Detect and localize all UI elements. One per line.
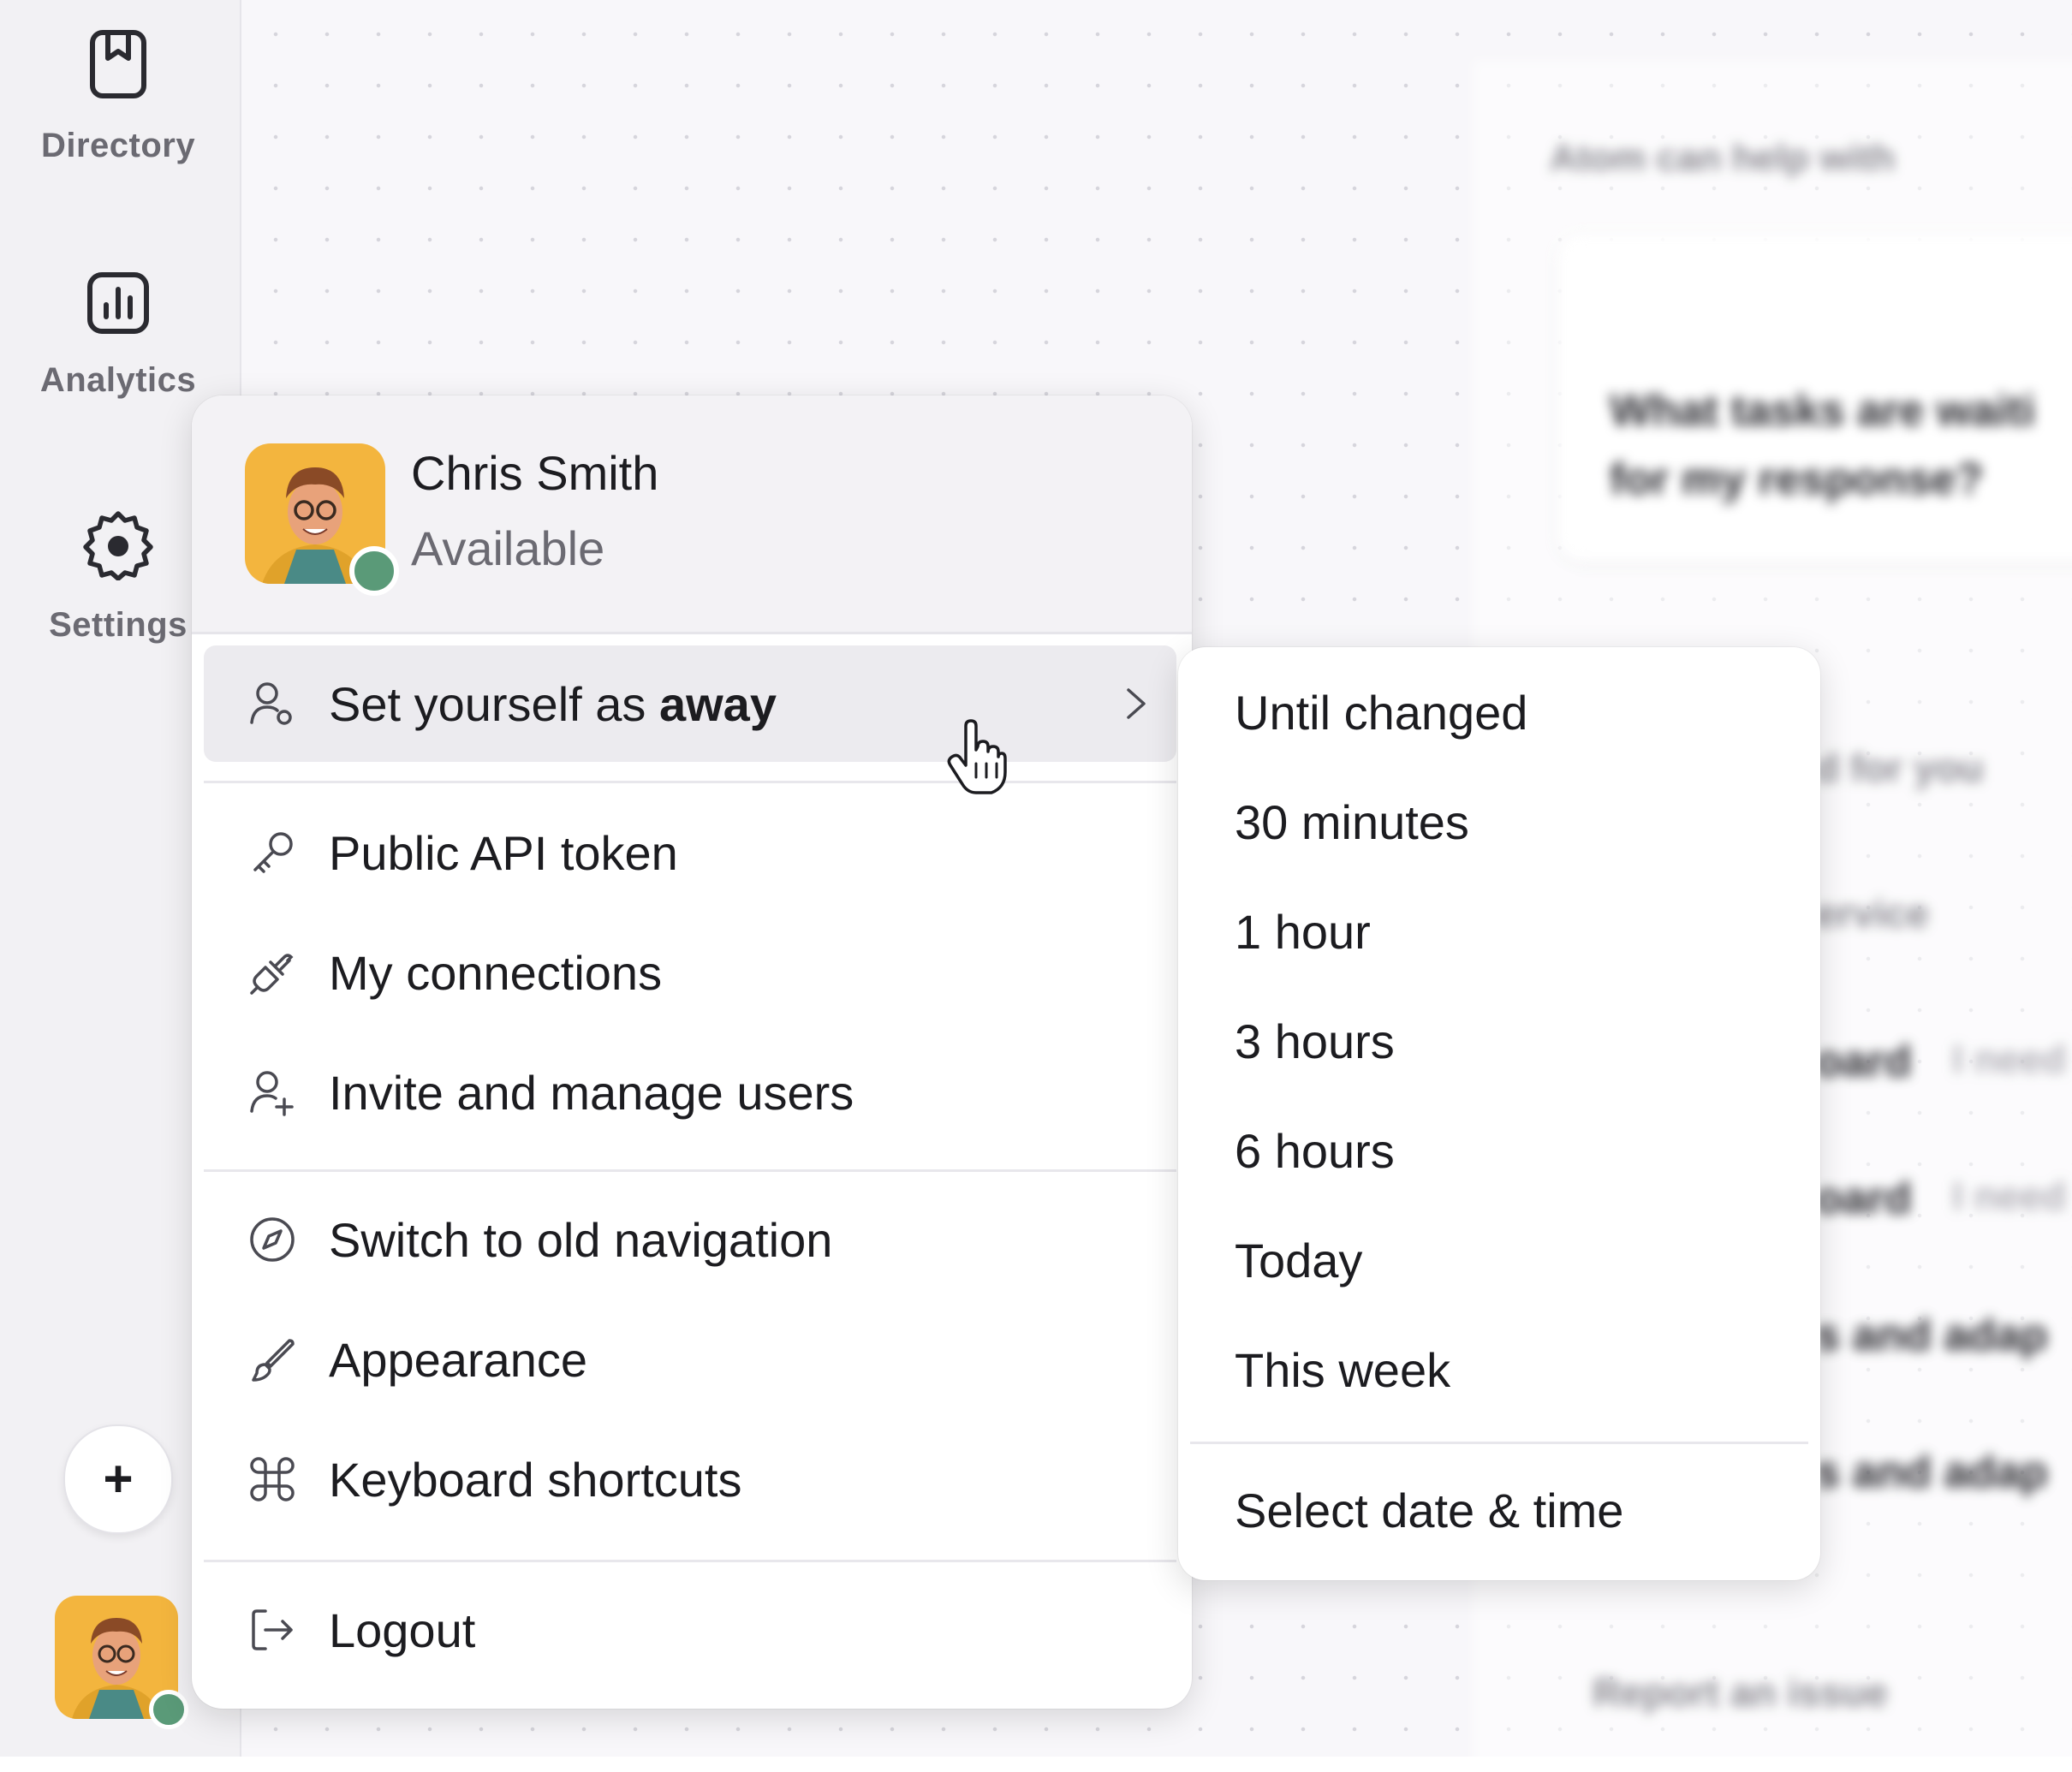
- duration-option[interactable]: Today: [1235, 1233, 1362, 1288]
- bg-row: s and adap: [1815, 1311, 2048, 1360]
- duration-option[interactable]: This week: [1235, 1342, 1450, 1398]
- keyboard-shortcuts-item[interactable]: Keyboard shortcuts: [204, 1421, 1176, 1537]
- select-date-time-option[interactable]: Select date & time: [1235, 1483, 1623, 1538]
- invite-users-item[interactable]: Invite and manage users: [204, 1034, 1176, 1151]
- key-icon: [253, 832, 293, 873]
- user-status: Available: [411, 521, 605, 575]
- add-label: +: [103, 1450, 134, 1507]
- bg-row: s and adap: [1815, 1448, 2048, 1497]
- bg-row: oard: [1815, 1037, 1912, 1086]
- sidebar-item-analytics[interactable]: Analytics: [0, 271, 236, 400]
- set-away-label: Set yourself as away: [329, 676, 777, 731]
- add-button[interactable]: +: [63, 1424, 173, 1534]
- plug-icon: [250, 954, 294, 995]
- account-menu: Chris Smith Available Set yourself as aw…: [192, 395, 1192, 1709]
- menu-item-label: Public API token: [329, 825, 678, 880]
- duration-option[interactable]: 3 hours: [1235, 1014, 1395, 1069]
- sidebar-item-label: Directory: [40, 127, 196, 164]
- divider: [204, 1169, 1176, 1172]
- chart-icon: [87, 272, 149, 334]
- duration-option[interactable]: 30 minutes: [1235, 794, 1469, 850]
- suggestion-text: What tasks are waiti: [1610, 386, 2036, 436]
- menu-item-label: My connections: [329, 945, 663, 1000]
- menu-item-label: Appearance: [329, 1332, 588, 1387]
- bookmark-icon: [90, 30, 146, 98]
- suggestion-text: for my response?: [1610, 455, 1984, 504]
- menu-item-label: Invite and manage users: [329, 1065, 854, 1120]
- sidebar-item-directory[interactable]: Directory: [0, 29, 236, 165]
- logout-icon: [252, 1609, 293, 1650]
- away-duration-submenu: Until changed 30 minutes 1 hour 3 hours …: [1178, 647, 1820, 1580]
- bg-row: oard: [1815, 1174, 1912, 1223]
- compass-icon: [250, 1217, 295, 1262]
- divider: [1190, 1442, 1808, 1444]
- public-api-token-item[interactable]: Public API token: [204, 794, 1176, 911]
- menu-item-label: Logout: [329, 1603, 476, 1657]
- set-away-item[interactable]: Set yourself as away: [204, 645, 1176, 762]
- menu-item-label: Switch to old navigation: [329, 1212, 833, 1267]
- bg-row: I need: [1952, 1037, 2066, 1081]
- appearance-item[interactable]: Appearance: [204, 1301, 1176, 1418]
- menu-item-label: Keyboard shortcuts: [329, 1452, 742, 1507]
- chevron-right-icon: [1127, 688, 1146, 719]
- brush-icon: [252, 1339, 295, 1382]
- logout-item[interactable]: Logout: [204, 1572, 1176, 1688]
- duration-option[interactable]: 1 hour: [1235, 904, 1371, 960]
- divider: [204, 781, 1176, 783]
- bg-row: ervice: [1815, 891, 1930, 936]
- bg-row: I need: [1952, 1174, 2066, 1218]
- command-icon: [250, 1457, 295, 1501]
- status-dot: [149, 1690, 188, 1729]
- user-status-icon: [250, 682, 292, 725]
- hand-pointer-icon: [947, 719, 1007, 794]
- report-issue-link: Report an issue: [1593, 1670, 1889, 1715]
- menu-header: Chris Smith Available: [192, 395, 1192, 634]
- user-name: Chris Smith: [411, 446, 659, 500]
- duration-option[interactable]: Until changed: [1235, 685, 1527, 740]
- sidebar-item-label: Analytics: [39, 361, 197, 399]
- status-dot: [349, 546, 399, 596]
- user-plus-icon: [250, 1071, 294, 1116]
- duration-option[interactable]: 6 hours: [1235, 1123, 1395, 1179]
- panel-heading: Atom can help with: [1550, 137, 1896, 179]
- gear-icon: [83, 511, 153, 580]
- switch-navigation-item[interactable]: Switch to old navigation: [204, 1181, 1176, 1298]
- divider: [204, 1560, 1176, 1562]
- my-connections-item[interactable]: My connections: [204, 914, 1176, 1031]
- bg-row: d for you: [1815, 746, 1984, 790]
